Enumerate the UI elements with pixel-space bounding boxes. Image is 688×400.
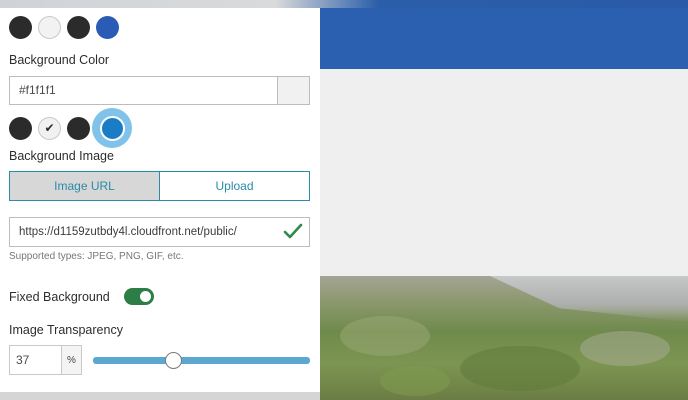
transparency-slider-thumb[interactable] bbox=[164, 352, 182, 369]
transparency-value-input[interactable]: 37 bbox=[9, 345, 62, 375]
grass-patch bbox=[340, 316, 430, 356]
color-swatch-dark-2[interactable] bbox=[67, 16, 90, 39]
tab-image-url[interactable]: Image URL bbox=[10, 172, 160, 200]
background-color-swatch-row: ✔ bbox=[9, 108, 132, 148]
page-preview bbox=[320, 8, 688, 400]
grass-patch bbox=[460, 346, 580, 391]
top-strip bbox=[0, 0, 688, 8]
bg-swatch-blue bbox=[99, 115, 125, 141]
bottom-strip bbox=[0, 392, 320, 400]
background-color-label: Background Color bbox=[9, 53, 110, 67]
image-url-input[interactable]: https://d1159zutbdy4l.cloudfront.net/pub… bbox=[9, 217, 310, 247]
preview-background-image bbox=[320, 276, 688, 400]
grass-patch bbox=[580, 331, 670, 366]
checkmark-icon bbox=[283, 223, 303, 239]
preview-page-background bbox=[320, 69, 688, 279]
bg-swatch-blue-focused[interactable] bbox=[92, 108, 132, 148]
transparency-slider-track[interactable] bbox=[93, 357, 310, 364]
color-swatch-blue[interactable] bbox=[96, 16, 119, 39]
check-icon: ✔ bbox=[44, 121, 55, 135]
background-color-preview-swatch[interactable] bbox=[277, 76, 310, 105]
bg-swatch-light-selected[interactable]: ✔ bbox=[38, 116, 61, 140]
image-url-value: https://d1159zutbdy4l.cloudfront.net/pub… bbox=[19, 226, 237, 238]
color-swatch-dark[interactable] bbox=[9, 16, 32, 39]
settings-panel: Background Color #f1f1f1 ✔ Background Im… bbox=[0, 8, 320, 392]
percent-unit: % bbox=[61, 345, 82, 375]
preview-header-bar bbox=[320, 8, 688, 69]
color-swatch-light[interactable] bbox=[38, 16, 61, 39]
image-transparency-label: Image Transparency bbox=[9, 323, 123, 337]
bg-swatch-dark-2[interactable] bbox=[67, 116, 90, 140]
background-image-tabs: Image URL Upload bbox=[9, 171, 310, 201]
toggle-knob bbox=[140, 291, 151, 302]
bg-swatch-dark[interactable] bbox=[9, 116, 32, 140]
road-in-image bbox=[490, 276, 688, 322]
fixed-background-toggle[interactable] bbox=[124, 288, 154, 305]
tab-upload[interactable]: Upload bbox=[160, 172, 309, 200]
supported-types-hint: Supported types: JPEG, PNG, GIF, etc. bbox=[9, 251, 184, 262]
background-image-label: Background Image bbox=[9, 149, 114, 163]
background-color-hex-input[interactable]: #f1f1f1 bbox=[9, 76, 277, 105]
fixed-background-label: Fixed Background bbox=[9, 290, 110, 304]
text-color-swatch-row bbox=[9, 16, 125, 39]
grass-patch bbox=[380, 366, 450, 396]
